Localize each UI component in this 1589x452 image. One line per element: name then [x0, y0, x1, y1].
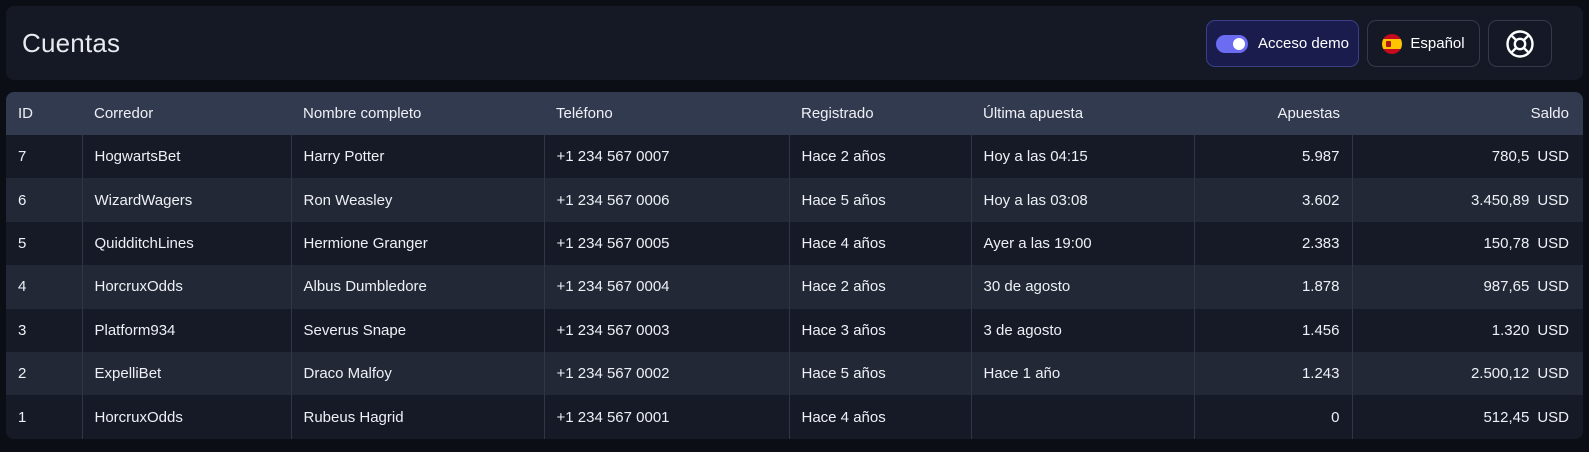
cell-broker: HogwartsBet	[82, 135, 292, 179]
demo-access-label: Acceso demo	[1258, 35, 1349, 52]
cell-balance: 1.320 USD	[1352, 309, 1583, 352]
cell-bets: 1.878	[1194, 265, 1353, 309]
balance-currency: USD	[1537, 148, 1569, 166]
balance-amount: 150,78	[1483, 234, 1530, 252]
cell-last-bet: Hoy a las 04:15	[971, 135, 1195, 179]
cell-last-bet: Hoy a las 03:08	[971, 178, 1195, 222]
language-label: Español	[1410, 35, 1465, 52]
page-title: Cuentas	[22, 28, 121, 58]
cell-phone: +1 234 567 0005	[544, 221, 790, 266]
cell-registered: Hace 2 años	[789, 265, 972, 309]
table-row[interactable]: 5 QuidditchLines Hermione Granger +1 234…	[6, 221, 1583, 266]
cell-registered: Hace 5 años	[789, 178, 972, 222]
cell-full-name: Severus Snape	[291, 308, 545, 352]
cell-last-bet: 30 de agosto	[971, 265, 1195, 309]
balance-currency: USD	[1537, 278, 1569, 296]
cell-phone: +1 234 567 0006	[544, 178, 790, 222]
accounts-table-container: ID Corredor Nombre completo Teléfono Reg…	[6, 92, 1583, 439]
cell-balance: 3.450,89 USD	[1352, 178, 1583, 221]
balance-currency: USD	[1537, 234, 1569, 252]
table-row[interactable]: 4 HorcruxOdds Albus Dumbledore +1 234 56…	[6, 265, 1583, 309]
table-row[interactable]: 3 Platform934 Severus Snape +1 234 567 0…	[6, 308, 1583, 352]
balance-currency: USD	[1537, 408, 1569, 426]
table-header-row: ID Corredor Nombre completo Teléfono Reg…	[6, 92, 1583, 135]
cell-broker: QuidditchLines	[82, 221, 292, 266]
cell-bets: 3.602	[1194, 178, 1353, 222]
table-row[interactable]: 2 ExpelliBet Draco Malfoy +1 234 567 000…	[6, 351, 1583, 396]
cell-phone: +1 234 567 0007	[544, 135, 790, 179]
cell-broker: Platform934	[82, 308, 292, 352]
cell-id: 7	[6, 135, 83, 179]
balance-amount: 1.320	[1491, 321, 1530, 339]
accounts-table: ID Corredor Nombre completo Teléfono Reg…	[6, 92, 1583, 439]
column-header-phone[interactable]: Teléfono	[544, 92, 789, 135]
balance-amount: 512,45	[1483, 408, 1530, 426]
language-selector-button[interactable]: Español	[1367, 20, 1480, 67]
cell-balance: 512,45 USD	[1352, 395, 1583, 438]
table-row[interactable]: 1 HorcruxOdds Rubeus Hagrid +1 234 567 0…	[6, 395, 1583, 439]
demo-access-toggle-button[interactable]: Acceso demo	[1206, 20, 1359, 67]
column-header-last-bet[interactable]: Última apuesta	[971, 92, 1194, 135]
cell-phone: +1 234 567 0001	[544, 395, 790, 439]
balance-amount: 987,65	[1483, 278, 1530, 296]
cell-id: 3	[6, 308, 83, 352]
cell-full-name: Hermione Granger	[291, 221, 545, 266]
column-header-balance[interactable]: Saldo	[1352, 92, 1583, 135]
cell-broker: HorcruxOdds	[82, 265, 292, 309]
cell-registered: Hace 5 años	[789, 351, 972, 396]
cell-bets: 1.456	[1194, 308, 1353, 352]
cell-full-name: Albus Dumbledore	[291, 265, 545, 309]
help-support-button[interactable]	[1488, 20, 1552, 67]
balance-currency: USD	[1537, 365, 1569, 383]
cell-id: 4	[6, 265, 83, 309]
cell-balance: 987,65 USD	[1352, 265, 1583, 308]
column-header-broker[interactable]: Corredor	[82, 92, 291, 135]
balance-currency: USD	[1537, 191, 1569, 209]
cell-id: 1	[6, 395, 83, 439]
cell-broker: HorcruxOdds	[82, 395, 292, 439]
cell-id: 5	[6, 221, 83, 266]
cell-bets: 2.383	[1194, 221, 1353, 266]
cell-phone: +1 234 567 0002	[544, 351, 790, 396]
cell-full-name: Rubeus Hagrid	[291, 395, 545, 439]
cell-id: 2	[6, 351, 83, 396]
cell-phone: +1 234 567 0003	[544, 308, 790, 352]
cell-broker: WizardWagers	[82, 178, 292, 222]
balance-currency: USD	[1537, 321, 1569, 339]
cell-registered: Hace 3 años	[789, 308, 972, 352]
column-header-registered[interactable]: Registrado	[789, 92, 971, 135]
cell-last-bet: Ayer a las 19:00	[971, 221, 1195, 266]
table-row[interactable]: 6 WizardWagers Ron Weasley +1 234 567 00…	[6, 178, 1583, 222]
cell-broker: ExpelliBet	[82, 351, 292, 396]
cell-balance: 2.500,12 USD	[1352, 352, 1583, 395]
cell-registered: Hace 4 años	[789, 395, 972, 439]
table-row[interactable]: 7 HogwartsBet Harry Potter +1 234 567 00…	[6, 135, 1583, 179]
cell-balance: 150,78 USD	[1352, 222, 1583, 265]
balance-amount: 2.500,12	[1470, 365, 1530, 383]
cell-full-name: Ron Weasley	[291, 178, 545, 222]
cell-phone: +1 234 567 0004	[544, 265, 790, 309]
toggle-switch-icon[interactable]	[1216, 34, 1249, 53]
cell-registered: Hace 4 años	[789, 221, 972, 266]
cell-balance: 780,5 USD	[1352, 135, 1583, 178]
cell-id: 6	[6, 178, 83, 222]
column-header-full-name[interactable]: Nombre completo	[291, 92, 544, 135]
column-header-id[interactable]: ID	[6, 92, 82, 135]
column-header-bets[interactable]: Apuestas	[1194, 92, 1352, 135]
lifebuoy-icon	[1506, 29, 1534, 58]
cell-last-bet: Hace 1 año	[971, 351, 1195, 396]
spain-flag-icon	[1382, 33, 1403, 54]
cell-last-bet: 3 de agosto	[971, 308, 1195, 352]
balance-amount: 3.450,89	[1470, 191, 1530, 209]
cell-full-name: Harry Potter	[291, 135, 545, 179]
page-header: Cuentas Acceso demo Español	[6, 6, 1583, 80]
cell-last-bet	[971, 395, 1195, 439]
cell-registered: Hace 2 años	[789, 135, 972, 179]
cell-bets: 1.243	[1194, 351, 1353, 396]
balance-amount: 780,5	[1491, 148, 1530, 166]
cell-bets: 0	[1194, 395, 1353, 439]
toggle-knob	[1233, 37, 1246, 50]
cell-full-name: Draco Malfoy	[291, 351, 545, 396]
cell-bets: 5.987	[1194, 135, 1353, 179]
